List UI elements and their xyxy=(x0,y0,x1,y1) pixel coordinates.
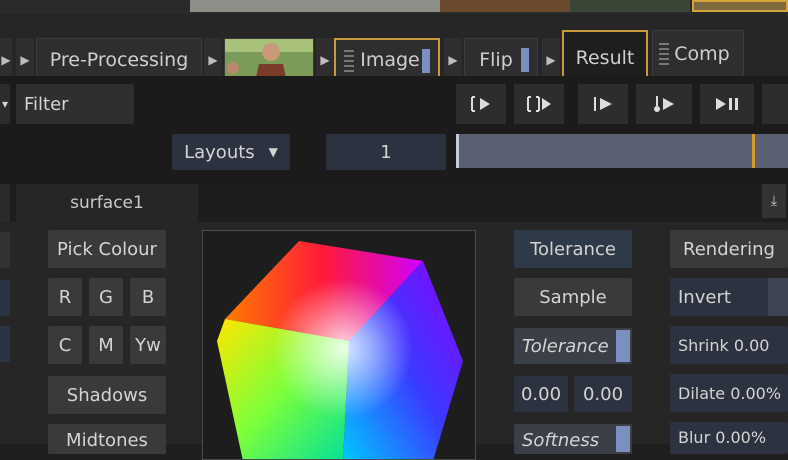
magenta-channel-button[interactable]: M xyxy=(89,326,123,364)
jump-start-button[interactable] xyxy=(456,84,506,124)
chevron-down-icon: ▼ xyxy=(268,145,278,159)
invert-switch[interactable] xyxy=(768,278,788,316)
previous-marker-button[interactable] xyxy=(514,84,564,124)
m-label: M xyxy=(98,334,114,356)
shadows-label: Shadows xyxy=(66,384,148,406)
keyframe-back-button[interactable] xyxy=(636,84,692,124)
tolerance-header-label: Tolerance xyxy=(530,238,616,260)
grip-icon xyxy=(344,50,354,72)
step-back-icon xyxy=(594,97,612,111)
clip-thumbnail[interactable] xyxy=(570,0,690,12)
invert-toggle[interactable]: Invert xyxy=(670,278,788,316)
filter-dropdown-arrow[interactable]: ▾ xyxy=(0,84,10,124)
timeline-playhead[interactable] xyxy=(752,134,755,168)
slider-handle[interactable] xyxy=(616,330,630,362)
tab-edge xyxy=(0,184,10,222)
yellow-channel-button[interactable]: Yw xyxy=(130,326,166,364)
clip-thumbnail-strip xyxy=(0,0,788,14)
node-indicator xyxy=(422,49,430,73)
clip-thumbnail[interactable] xyxy=(440,0,570,12)
layouts-label: Layouts xyxy=(184,141,255,163)
tolerance-slider-label: Tolerance xyxy=(522,335,609,357)
green-channel-button[interactable]: G xyxy=(89,278,123,316)
panel-menu-button[interactable]: ⤓ xyxy=(762,184,786,218)
slider-handle[interactable] xyxy=(616,426,630,452)
blur-slider[interactable]: Blur 0.00% xyxy=(670,422,788,454)
cyan-channel-button[interactable]: C xyxy=(48,326,82,364)
step-back-button[interactable] xyxy=(578,84,628,124)
midtones-button[interactable]: Midtones xyxy=(48,424,166,454)
tolerance-high-value: 0.00 xyxy=(582,383,624,405)
play-reverse-icon xyxy=(716,98,738,110)
sample-label: Sample xyxy=(539,286,607,308)
blur-label: Blur 0.00% xyxy=(678,428,767,447)
frame-number-field[interactable]: 1 xyxy=(326,134,446,170)
sample-button[interactable]: Sample xyxy=(514,278,632,316)
node-label: Comp xyxy=(674,43,730,65)
jump-start-icon xyxy=(471,96,490,112)
filter-field[interactable]: Filter xyxy=(16,84,134,124)
softness-slider[interactable]: Softness xyxy=(514,424,632,454)
clip-thumbnail[interactable] xyxy=(190,0,440,12)
shrink-label: Shrink 0.00 xyxy=(678,335,770,355)
keyframe-back-icon xyxy=(654,96,674,112)
dilate-label: Dilate 0.00% xyxy=(678,383,782,403)
tolerance-high-field[interactable]: 0.00 xyxy=(574,376,632,412)
pick-colour-label: Pick Colour xyxy=(57,238,157,260)
yw-label: Yw xyxy=(135,334,161,356)
node-comp[interactable]: Comp xyxy=(652,30,744,78)
colour-cube-graphic[interactable] xyxy=(203,231,476,460)
clip-thumbnail[interactable] xyxy=(692,0,788,12)
tolerance-header-button[interactable]: Tolerance xyxy=(514,230,632,268)
node-label: Pre-Processing xyxy=(49,49,189,71)
left-edge-control[interactable] xyxy=(0,280,10,316)
marker-back-icon xyxy=(527,96,551,112)
layouts-dropdown[interactable]: Layouts ▼ xyxy=(172,134,290,170)
grip-icon xyxy=(659,43,669,65)
timeline-track[interactable] xyxy=(456,134,788,168)
tolerance-low-field[interactable]: 0.00 xyxy=(514,376,568,412)
node-indicator xyxy=(521,48,529,72)
b-label: B xyxy=(141,286,155,308)
filter-label: Filter xyxy=(24,93,69,115)
colour-cube-viewer[interactable] xyxy=(202,230,476,460)
transport-more-button[interactable] xyxy=(762,84,788,124)
tolerance-low-value: 0.00 xyxy=(520,383,562,405)
tab-label: surface1 xyxy=(70,193,144,213)
left-edge-control[interactable] xyxy=(0,326,10,362)
node-label: Image xyxy=(360,49,420,71)
arrow-down-icon: ⤓ xyxy=(770,193,778,209)
node-label: Flip xyxy=(479,49,513,71)
tab-bar: surface1 ⤓ xyxy=(0,184,788,222)
left-edge-control[interactable] xyxy=(0,232,10,268)
shadows-button[interactable]: Shadows xyxy=(48,376,166,414)
red-channel-button[interactable]: R xyxy=(48,278,82,316)
shrink-slider[interactable]: Shrink 0.00 xyxy=(670,326,788,364)
invert-label: Invert xyxy=(678,286,731,308)
frame-number: 1 xyxy=(380,141,392,163)
dilate-slider[interactable]: Dilate 0.00% xyxy=(670,374,788,412)
node-bar: ▶ ▶ Pre-Processing ▶ ▶ Image ▶ Flip ▶ Re… xyxy=(0,14,788,86)
node-label: Result xyxy=(575,47,635,69)
rendering-label: Rendering xyxy=(683,238,775,260)
play-backward-button[interactable] xyxy=(700,84,754,124)
pick-colour-button[interactable]: Pick Colour xyxy=(48,230,166,268)
timeline-in-marker xyxy=(456,134,459,168)
tolerance-slider[interactable]: Tolerance xyxy=(514,328,632,364)
tab-surface[interactable]: surface1 xyxy=(16,184,198,222)
midtones-label: Midtones xyxy=(66,430,148,451)
softness-label: Softness xyxy=(522,430,600,451)
g-label: G xyxy=(99,286,113,308)
c-label: C xyxy=(58,334,72,356)
blue-channel-button[interactable]: B xyxy=(130,278,166,316)
r-label: R xyxy=(58,286,72,308)
rendering-button[interactable]: Rendering xyxy=(670,230,788,268)
